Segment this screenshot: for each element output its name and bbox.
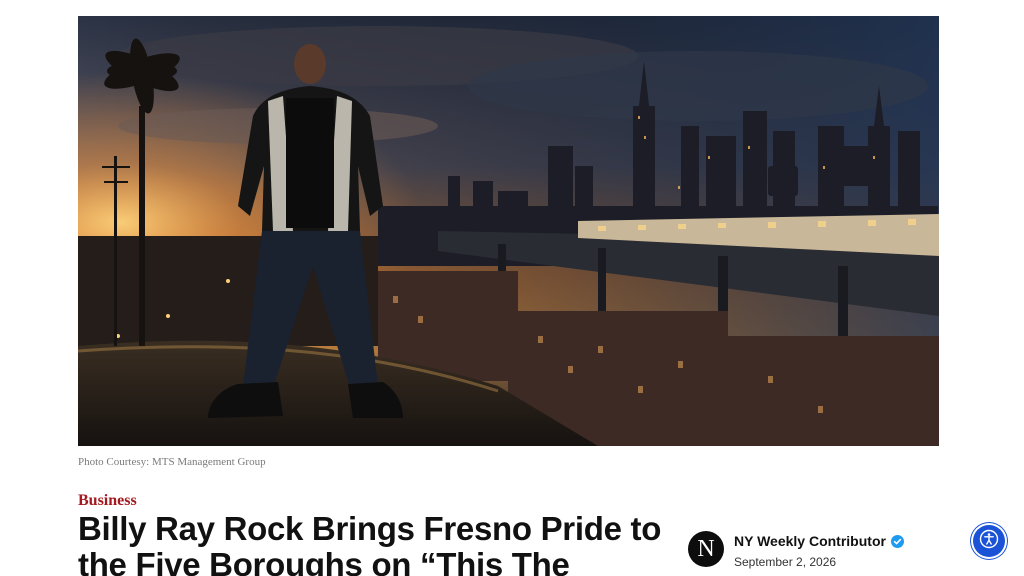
hero-image xyxy=(78,16,939,446)
category-link[interactable]: Business xyxy=(78,492,137,510)
publish-date: September 2, 2026 xyxy=(734,555,837,569)
author-meta: NY Weekly Contributor September 2, 2026 xyxy=(734,533,904,569)
verified-check-icon xyxy=(890,534,904,548)
photo-caption: Photo Courtesy: MTS Management Group xyxy=(78,456,266,468)
author-name-row: NY Weekly Contributor xyxy=(734,533,904,549)
article-headline: Billy Ray Rock Brings Fresno Pride to th… xyxy=(78,510,662,576)
accessibility-icon xyxy=(979,529,999,554)
author-name[interactable]: NY Weekly Contributor xyxy=(734,533,886,549)
article-page: Photo Courtesy: MTS Management Group Bus… xyxy=(0,0,1024,576)
accessibility-button[interactable] xyxy=(973,525,1005,557)
author-avatar[interactable]: N xyxy=(688,531,724,567)
author-byline: N NY Weekly Contributor September 2, 202… xyxy=(688,531,904,569)
